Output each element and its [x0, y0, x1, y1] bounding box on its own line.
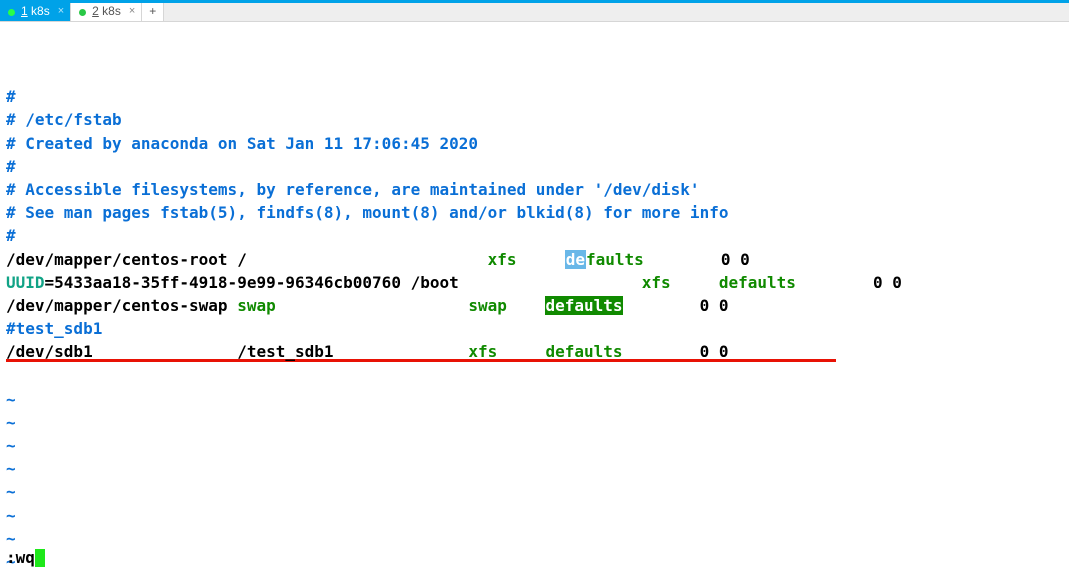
tab-label: 1 k8s	[21, 3, 50, 20]
comment-line: # See man pages fstab(5), findfs(8), mou…	[6, 203, 728, 222]
tab-bar: 1 k8s × 2 k8s × +	[0, 0, 1069, 22]
fstab-row: /dev/mapper/centos-root / xfs defaults 0…	[6, 250, 750, 269]
vim-empty-line: ~	[6, 482, 16, 501]
comment-line: # Accessible filesystems, by reference, …	[6, 180, 700, 199]
vim-empty-line: ~	[6, 459, 16, 478]
status-dot-icon	[79, 9, 86, 16]
terminal-viewport[interactable]: # # /etc/fstab # Created by anaconda on …	[0, 22, 1069, 573]
cursor-icon	[35, 549, 45, 567]
search-highlight: defaults	[545, 296, 622, 315]
tab-2[interactable]: 2 k8s ×	[71, 3, 142, 21]
highlight-marker: de	[565, 250, 586, 269]
tab-1[interactable]: 1 k8s ×	[0, 3, 71, 21]
comment-line: #test_sdb1	[6, 319, 102, 338]
close-icon[interactable]: ×	[58, 4, 64, 20]
vim-empty-line: ~	[6, 436, 16, 455]
fstab-row: /dev/sdb1 /test_sdb1 xfs defaults 0 0	[6, 342, 729, 361]
comment-line: #	[6, 157, 16, 176]
tabbar-filler	[164, 3, 1069, 21]
comment-line: #	[6, 226, 16, 245]
vim-command-line[interactable]: :wq	[6, 546, 45, 569]
comment-line: # Created by anaconda on Sat Jan 11 17:0…	[6, 134, 478, 153]
comment-line: # /etc/fstab	[6, 110, 122, 129]
fstab-row: /dev/mapper/centos-swap swap swap defaul…	[6, 296, 728, 315]
vim-empty-line: ~	[6, 413, 16, 432]
tab-label: 2 k8s	[92, 3, 121, 20]
close-icon[interactable]: ×	[129, 4, 135, 20]
vim-empty-line: ~	[6, 506, 16, 525]
fstab-row: UUID=5433aa18-35ff-4918-9e99-96346cb0076…	[6, 273, 902, 292]
status-dot-icon	[8, 9, 15, 16]
new-tab-button[interactable]: +	[142, 3, 164, 21]
comment-line: #	[6, 87, 16, 106]
vim-empty-line: ~	[6, 390, 16, 409]
